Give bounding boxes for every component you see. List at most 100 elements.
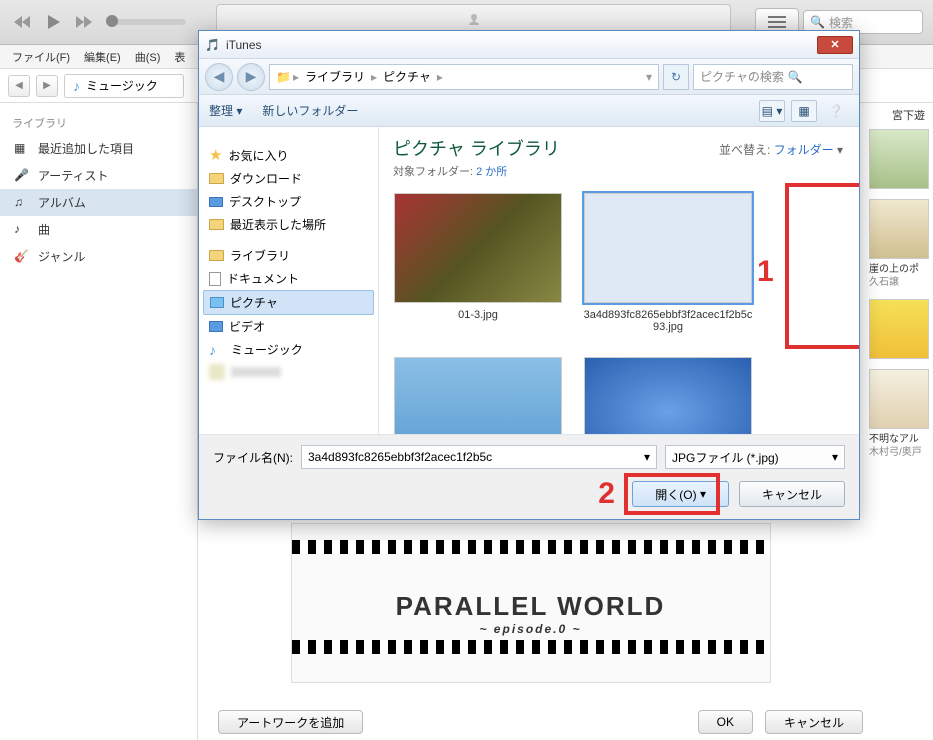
tree-recent[interactable]: 最近表示した場所: [203, 213, 374, 236]
right-item[interactable]: 崖の上のポ久石譲: [869, 199, 929, 289]
section-combo[interactable]: ♪ミュージック: [64, 74, 184, 98]
thumb-label: 01-3.jpg: [458, 309, 498, 321]
album-thumb: [869, 199, 929, 259]
sidebar-item-recent[interactable]: ▦最近追加した項目: [0, 135, 197, 162]
video-icon: [209, 321, 223, 332]
album-thumb: [869, 299, 929, 359]
folder-count-link[interactable]: 2 か所: [476, 166, 507, 178]
right-item[interactable]: [869, 129, 929, 189]
ok-button[interactable]: OK: [698, 710, 753, 734]
tree-music[interactable]: ♪ミュージック: [203, 338, 374, 361]
new-folder-button[interactable]: 新しいフォルダー: [262, 102, 358, 119]
file-thumb[interactable]: 3a4d893fc8265ebbf3f2acec1f2b5c93.jpg: [583, 193, 753, 333]
itunes-icon: 🎵: [205, 38, 220, 52]
file-list: ピクチャ ライブラリ 対象フォルダー: 2 か所 並べ替え: フォルダー ▾ 0…: [379, 127, 859, 434]
tree-desktop[interactable]: デスクトップ: [203, 190, 374, 213]
open-button[interactable]: 開く(O) ▾: [632, 481, 729, 507]
view-mode-button[interactable]: ▤ ▾: [759, 100, 785, 122]
bottom-button-row: アートワークを追加 OK キャンセル: [218, 710, 863, 734]
dialog-title: iTunes: [226, 38, 811, 52]
desktop-icon: [209, 197, 223, 207]
tree-libraries[interactable]: ライブラリ: [203, 244, 374, 267]
album-thumb: [869, 369, 929, 429]
right-header: 宮下遊: [869, 107, 929, 129]
play-button[interactable]: [38, 7, 68, 37]
right-item[interactable]: [869, 299, 929, 359]
picture-icon: [210, 297, 224, 308]
dropdown-icon[interactable]: ▾: [832, 450, 838, 464]
tree-videos[interactable]: ビデオ: [203, 315, 374, 338]
file-thumb[interactable]: 01-3.jpg: [393, 193, 563, 333]
music-icon: ♪: [73, 78, 80, 94]
menu-view[interactable]: 表: [168, 47, 191, 67]
note-icon: ♪: [14, 222, 30, 238]
right-album-list: 宮下遊 崖の上のポ久石譲 不明なアル木村弓/奥戸: [865, 103, 933, 473]
close-button[interactable]: ✕: [817, 36, 853, 54]
file-open-dialog: 🎵 iTunes ✕ ◀ ▶ 📁▸ ライブラリ▸ ピクチャ▸ ▾ ↻ ピクチャの…: [198, 30, 860, 520]
thumb-image: [584, 193, 752, 303]
cancel-button[interactable]: キャンセル: [765, 710, 863, 734]
filename-label: ファイル名(N):: [213, 449, 293, 466]
sidebar-item-albums[interactable]: ♫アルバム: [0, 189, 197, 216]
dialog-cancel-button[interactable]: キャンセル: [739, 481, 845, 507]
annotation-number-1: 1: [757, 255, 774, 289]
filename-input[interactable]: 3a4d893fc8265ebbf3f2acec1f2b5c▾: [301, 445, 657, 469]
path-dropdown-icon[interactable]: ▾: [646, 70, 652, 84]
mic-icon: 🎤: [14, 168, 30, 184]
dialog-nav: ◀ ▶ 📁▸ ライブラリ▸ ピクチャ▸ ▾ ↻ ピクチャの検索🔍: [199, 59, 859, 95]
sidebar-item-artists[interactable]: 🎤アーティスト: [0, 162, 197, 189]
help-icon[interactable]: ❔: [823, 100, 849, 122]
sidebar: ライブラリ ▦最近追加した項目 🎤アーティスト ♫アルバム ♪曲 🎸ジャンル: [0, 103, 198, 740]
folder-icon: [209, 173, 224, 184]
search-icon: 🔍: [788, 70, 803, 84]
folder-icon: 📁: [276, 70, 291, 84]
path-bar[interactable]: 📁▸ ライブラリ▸ ピクチャ▸ ▾: [269, 64, 659, 90]
file-thumb[interactable]: [583, 357, 753, 434]
filetype-combo[interactable]: JPGファイル (*.jpg)▾: [665, 445, 845, 469]
thumb-image: [584, 357, 752, 434]
organize-button[interactable]: 整理 ▾: [209, 102, 242, 119]
right-item[interactable]: 不明なアル木村弓/奥戸: [869, 369, 929, 459]
prev-button[interactable]: [10, 10, 34, 34]
nav-forward-button[interactable]: ▶: [237, 63, 265, 91]
dialog-toolbar: 整理 ▾ 新しいフォルダー ▤ ▾ ▦ ❔: [199, 95, 859, 127]
library-icon: [209, 250, 224, 261]
music-icon: ♪: [209, 342, 225, 358]
blurred-icon: [209, 364, 225, 380]
tree-downloads[interactable]: ダウンロード: [203, 167, 374, 190]
tree-pictures[interactable]: ピクチャ: [203, 290, 374, 315]
refresh-button[interactable]: ↻: [663, 64, 689, 90]
tree-documents[interactable]: ドキュメント: [203, 267, 374, 290]
dropdown-icon[interactable]: ▾: [644, 450, 650, 464]
menu-file[interactable]: ファイル(F): [6, 47, 76, 67]
menu-edit[interactable]: 編集(E): [78, 47, 127, 67]
grid-icon: ▦: [14, 141, 30, 157]
file-thumb[interactable]: [393, 357, 563, 434]
album-icon: ♫: [14, 195, 30, 211]
star-icon: ★: [209, 146, 222, 164]
volume-slider[interactable]: [106, 19, 186, 25]
search-icon: 🔍: [810, 15, 825, 29]
next-button[interactable]: [72, 10, 96, 34]
document-icon: [209, 272, 221, 286]
tree-favorites[interactable]: ★お気に入り: [203, 143, 374, 167]
annotation-number-2: 2: [598, 477, 615, 511]
folder-icon: [209, 219, 224, 230]
files-subheader: 対象フォルダー: 2 か所: [393, 163, 845, 179]
forward-button[interactable]: ▶: [36, 75, 58, 97]
menu-song[interactable]: 曲(S): [129, 47, 167, 67]
sidebar-item-genres[interactable]: 🎸ジャンル: [0, 243, 197, 270]
dialog-search-input[interactable]: ピクチャの検索🔍: [693, 64, 853, 90]
add-artwork-button[interactable]: アートワークを追加: [218, 710, 363, 734]
sidebar-header: ライブラリ: [0, 111, 197, 135]
album-thumb: [869, 129, 929, 189]
sidebar-item-songs[interactable]: ♪曲: [0, 216, 197, 243]
folder-tree: ★お気に入り ダウンロード デスクトップ 最近表示した場所 ライブラリ ドキュメ…: [199, 127, 379, 434]
thumb-image: [394, 193, 562, 303]
sort-control[interactable]: 並べ替え: フォルダー ▾: [719, 141, 843, 158]
back-button[interactable]: ◀: [8, 75, 30, 97]
nav-back-button[interactable]: ◀: [205, 63, 233, 91]
preview-pane-button[interactable]: ▦: [791, 100, 817, 122]
thumb-image: [394, 357, 562, 434]
tree-extra[interactable]: [203, 361, 374, 383]
